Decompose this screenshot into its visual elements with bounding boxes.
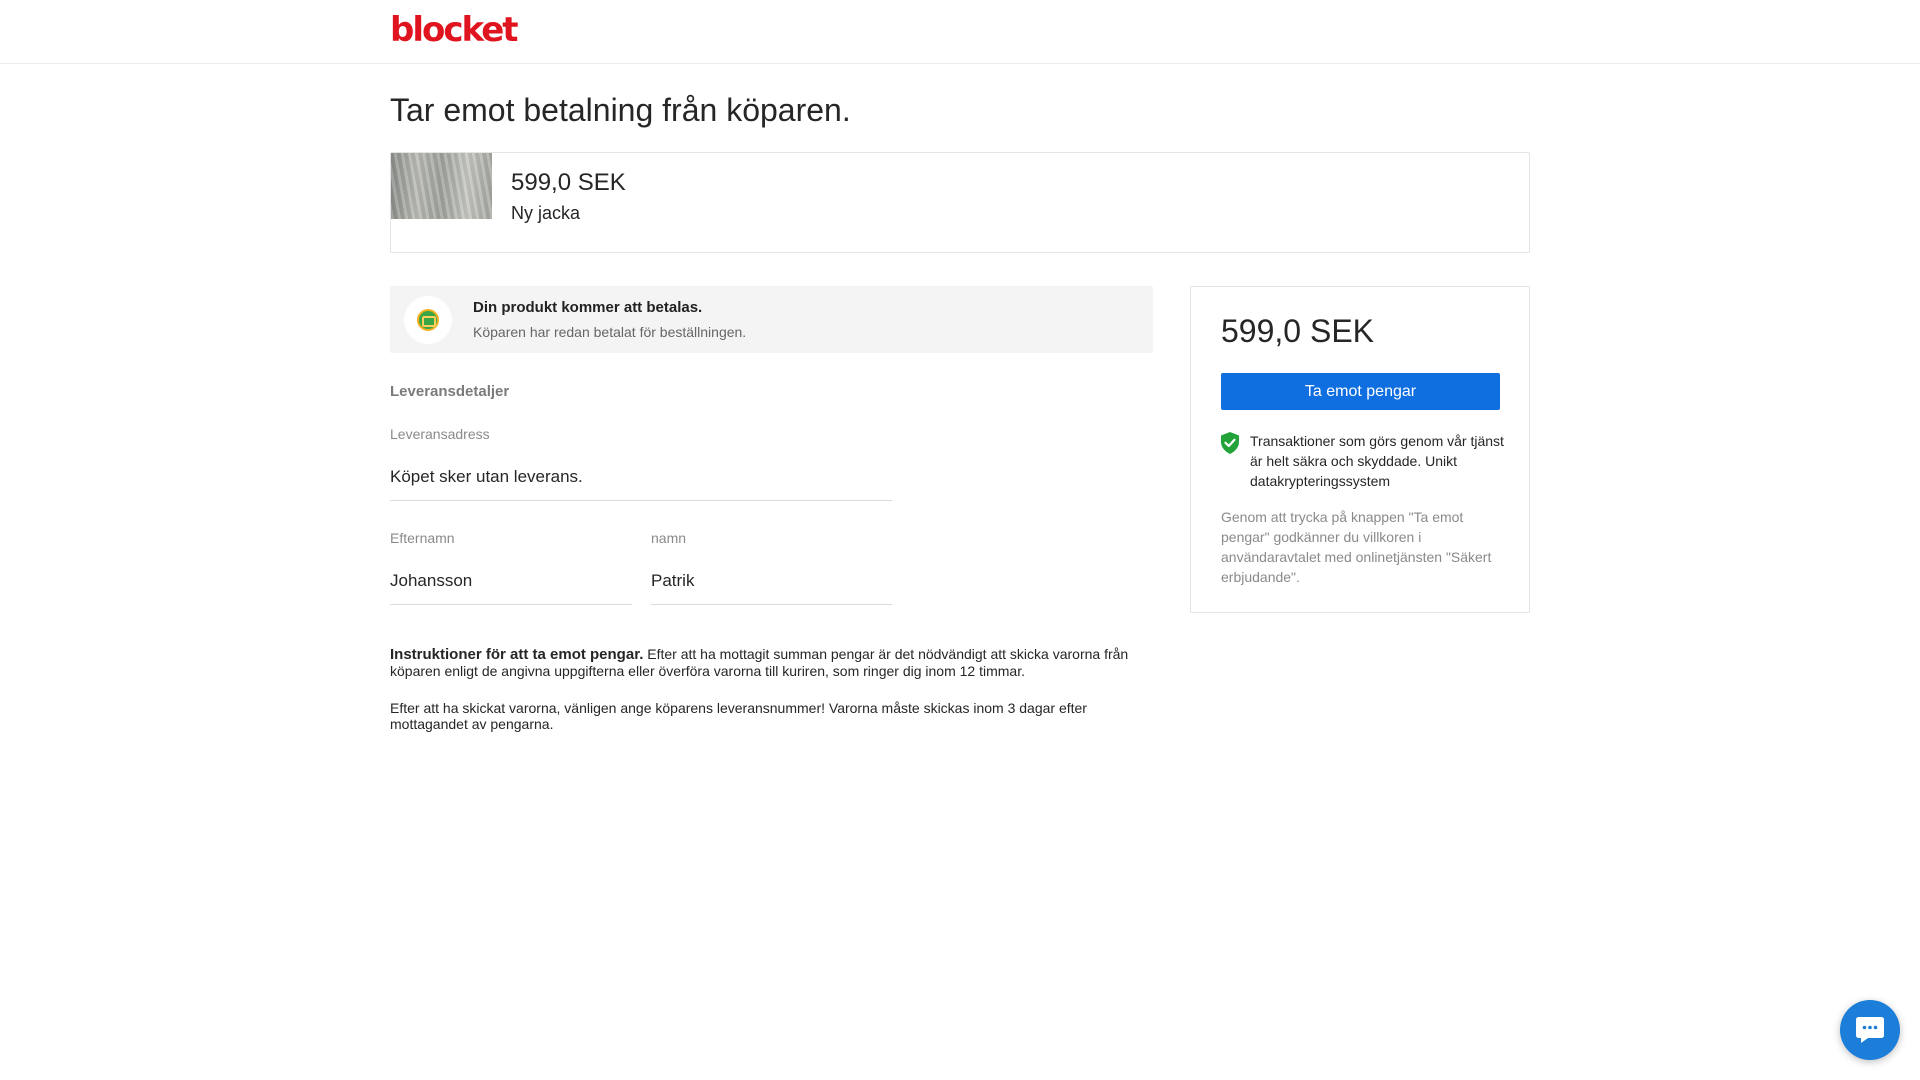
shield-check-icon <box>1221 432 1239 454</box>
secure-transactions-text: Transaktioner som görs genom vår tjänst … <box>1250 433 1504 489</box>
site-header: blocket <box>0 0 1920 64</box>
address-label: Leveransadress <box>390 426 490 442</box>
first-name-field[interactable]: Patrik <box>651 570 892 605</box>
first-name-label: namn <box>651 530 687 546</box>
last-name-label: Efternamn <box>390 530 455 546</box>
product-card: 599,0 SEK Ny jacka <box>390 152 1530 253</box>
notice-icon-container <box>404 296 452 344</box>
payment-notice: Din produkt kommer att betalas. Köparen … <box>390 286 1153 353</box>
payment-price: 599,0 SEK <box>1221 313 1374 349</box>
address-field[interactable]: Köpet sker utan leverans. <box>390 466 892 501</box>
instructions-heading: Instruktioner för att ta emot pengar. <box>390 646 644 663</box>
blocket-logo[interactable]: blocket <box>390 8 519 52</box>
receive-money-button[interactable]: Ta emot pengar <box>1221 373 1500 410</box>
product-price: 599,0 SEK <box>511 169 626 196</box>
last-name-field[interactable]: Johansson <box>390 570 632 605</box>
chat-button[interactable] <box>1840 1000 1900 1060</box>
instructions-paragraph-1: Instruktioner för att ta emot pengar. Ef… <box>390 646 1153 679</box>
chat-bubble-icon <box>1856 1017 1884 1043</box>
product-image <box>391 153 492 219</box>
instructions-paragraph-2: Efter att ha skickat varorna, vänligen a… <box>390 700 1087 732</box>
page-title: Tar emot betalning från köparen. <box>390 92 851 128</box>
notice-text: Köparen har redan betalat för beställnin… <box>473 324 747 340</box>
product-name: Ny jacka <box>511 203 581 223</box>
terms-text: Genom att trycka på knappen "Ta emot pen… <box>1221 509 1492 585</box>
instructions-block: Instruktioner för att ta emot pengar. Ef… <box>390 646 1153 753</box>
payment-coin-icon <box>417 309 439 331</box>
delivery-section-title: Leveransdetaljer <box>390 383 510 400</box>
payment-panel: 599,0 SEK Ta emot pengar Transaktioner s… <box>1190 286 1530 613</box>
notice-title: Din produkt kommer att betalas. <box>473 299 703 316</box>
